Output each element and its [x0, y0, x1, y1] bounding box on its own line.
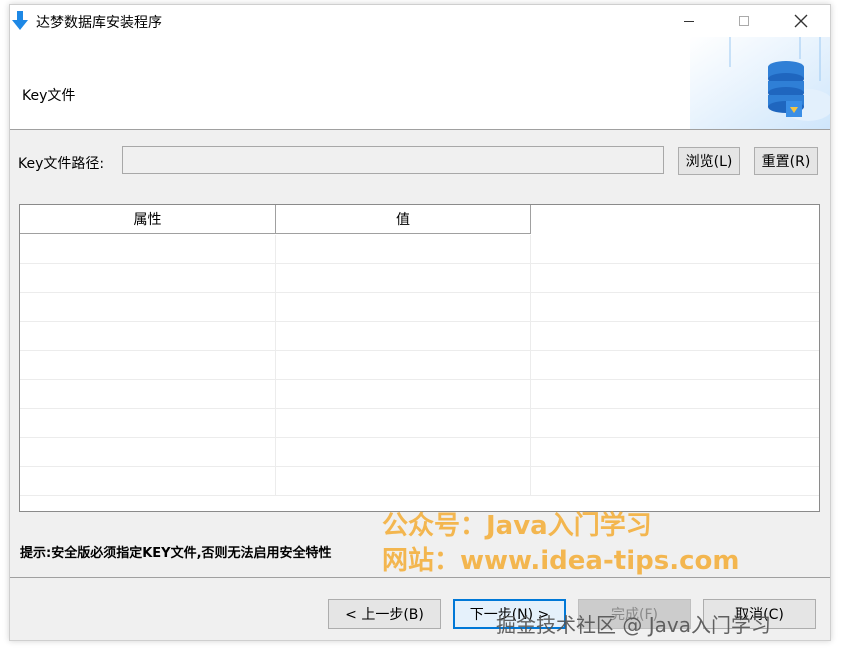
- table-row: [20, 467, 819, 496]
- table-cell: [276, 409, 531, 437]
- table-row: [20, 293, 819, 322]
- hint-text: 提示:安全版必须指定KEY文件,否则无法启用安全特性: [20, 546, 332, 561]
- table-cell: [276, 438, 531, 466]
- minimize-button[interactable]: [666, 5, 712, 37]
- table-cell: [20, 467, 276, 495]
- table-cell: [276, 235, 531, 263]
- title-bar: 达梦数据库安装程序: [10, 5, 830, 37]
- download-arrow-icon: [12, 11, 28, 30]
- table-row: [20, 351, 819, 380]
- table-cell: [20, 264, 276, 292]
- reset-button[interactable]: 重置(R): [754, 147, 818, 175]
- table-cell: [276, 322, 531, 350]
- table-cell: [276, 264, 531, 292]
- page-title: Key文件: [22, 88, 76, 104]
- key-path-input[interactable]: [122, 146, 664, 174]
- maximize-icon: [739, 16, 749, 26]
- column-header-value[interactable]: 值: [276, 205, 531, 234]
- window-title: 达梦数据库安装程序: [36, 15, 162, 31]
- watermark-wechat: 公众号：Java入门学习: [382, 511, 652, 541]
- key-attributes-table: 属性 值: [19, 204, 820, 512]
- database-banner-icon: [690, 37, 830, 129]
- table-row: [20, 438, 819, 467]
- footer-divider: [10, 577, 830, 578]
- previous-button[interactable]: < 上一步(B): [328, 599, 441, 629]
- browse-button[interactable]: 浏览(L): [678, 147, 740, 175]
- column-header-attribute[interactable]: 属性: [20, 205, 276, 234]
- table-cell: [276, 380, 531, 408]
- close-icon: [794, 14, 808, 28]
- watermark-website: 网站：www.idea-tips.com: [382, 546, 740, 576]
- installer-window: 达梦数据库安装程序 Key文件 Key文件路径: 浏览(L) 重置(R) 属性 …: [9, 4, 831, 641]
- minimize-icon: [684, 21, 694, 22]
- key-path-label: Key文件路径:: [18, 156, 105, 172]
- table-row: [20, 235, 819, 264]
- table-row: [20, 322, 819, 351]
- table-cell: [20, 380, 276, 408]
- table-row: [20, 409, 819, 438]
- table-cell: [276, 293, 531, 321]
- close-button[interactable]: [778, 5, 824, 37]
- table-cell: [20, 235, 276, 263]
- table-cell: [20, 351, 276, 379]
- maximize-button[interactable]: [721, 5, 767, 37]
- table-cell: [20, 409, 276, 437]
- table-row: [20, 264, 819, 293]
- table-cell: [20, 293, 276, 321]
- table-header: 属性 值: [20, 205, 819, 235]
- wizard-header: Key文件: [10, 37, 830, 130]
- watermark-juejin: 掘金技术社区 @ Java入门学习: [496, 613, 771, 637]
- table-cell: [276, 351, 531, 379]
- table-row: [20, 380, 819, 409]
- table-cell: [20, 438, 276, 466]
- table-cell: [20, 322, 276, 350]
- table-cell: [276, 467, 531, 495]
